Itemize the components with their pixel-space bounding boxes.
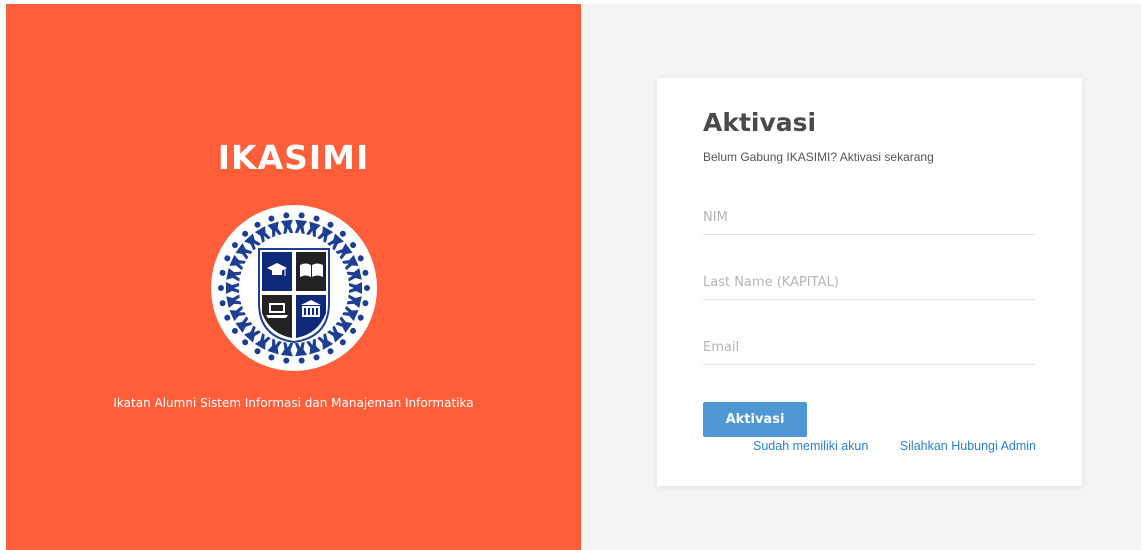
email-input[interactable] — [703, 330, 1036, 365]
ikasimi-emblem-icon — [211, 205, 377, 371]
page-title: Aktivasi — [703, 108, 817, 137]
brand-title: IKASIMI — [217, 138, 370, 177]
contact-admin-link[interactable]: Silahkan Hubungi Admin — [900, 439, 1036, 453]
emblem-shield — [258, 248, 330, 344]
nim-input[interactable] — [703, 200, 1036, 235]
activate-button[interactable]: Aktivasi — [703, 402, 807, 437]
brand-panel: IKASIMI Ikatan Alumni Sistem Informasi d… — [6, 4, 581, 550]
activation-page: IKASIMI Ikatan Alumni Sistem Informasi d… — [0, 0, 1141, 550]
page-subtitle: Belum Gabung IKASIMI? Aktivasi sekarang — [703, 150, 934, 164]
activation-card: Aktivasi Belum Gabung IKASIMI? Aktivasi … — [657, 78, 1082, 486]
last-name-input[interactable] — [703, 265, 1036, 300]
login-link[interactable]: Sudah memiliki akun — [753, 439, 868, 453]
brand-tagline: Ikatan Alumni Sistem Informasi dan Manaj… — [113, 396, 474, 410]
laptop-icon — [266, 303, 288, 318]
